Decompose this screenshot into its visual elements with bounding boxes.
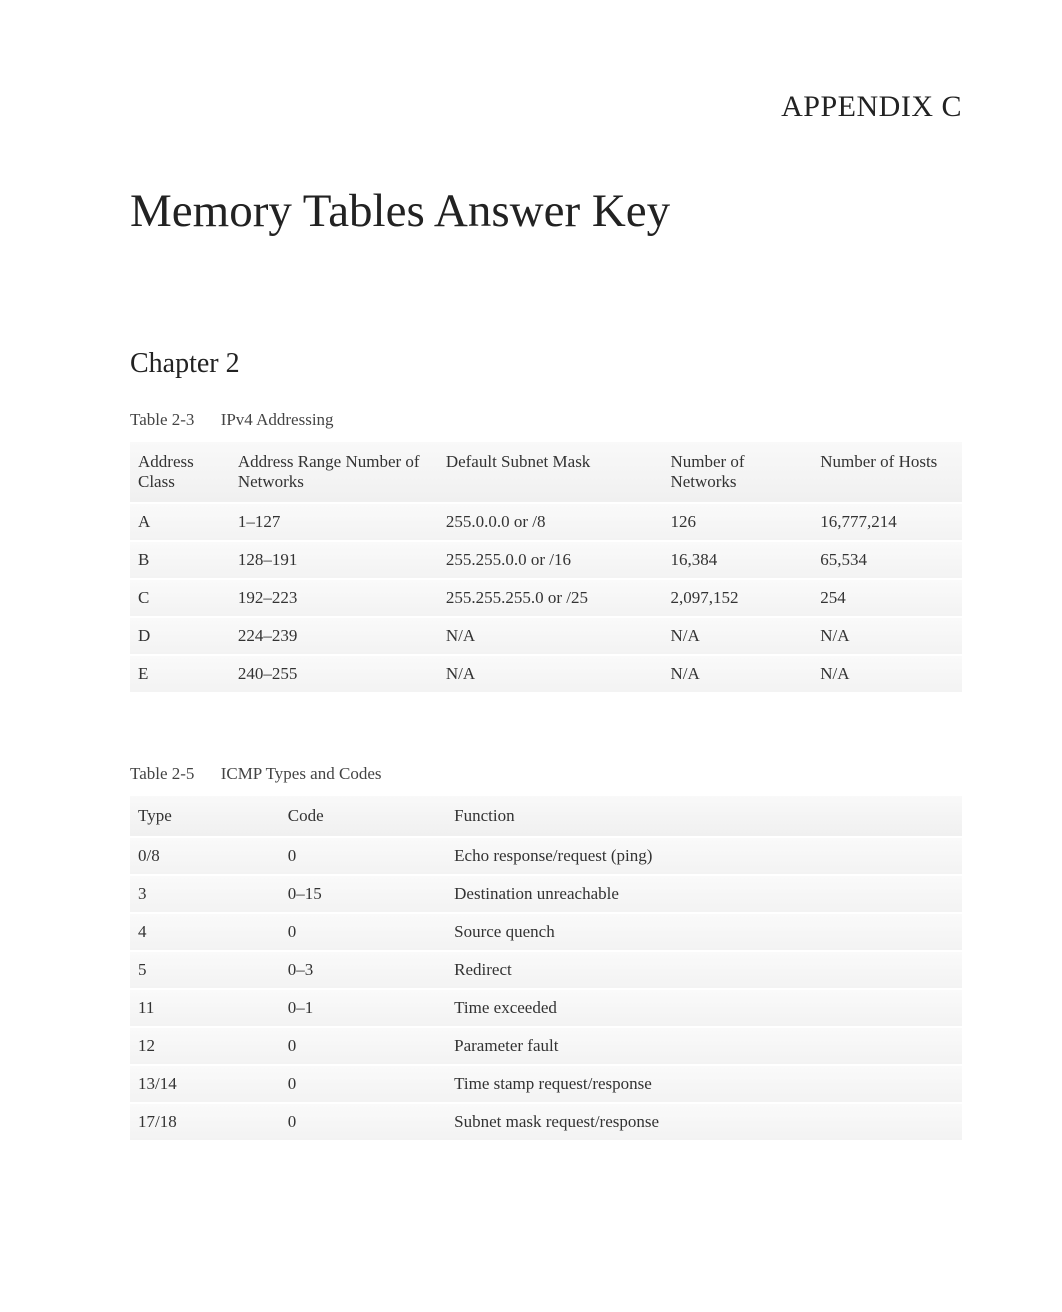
table-row: Address Class Address Range Number of Ne… <box>130 442 962 503</box>
table-cell: Redirect <box>446 951 962 989</box>
table-header: Number of Hosts <box>812 442 962 503</box>
table-cell: Time exceeded <box>446 989 962 1027</box>
table-cell: C <box>130 579 230 617</box>
table-cell: 3 <box>130 875 280 913</box>
table-row: 13/14 0 Time stamp request/response <box>130 1065 962 1103</box>
table-cell: 224–239 <box>230 617 438 655</box>
table-header: Code <box>280 796 446 837</box>
table-header: Function <box>446 796 962 837</box>
table-header: Address Range Number of Networks <box>230 442 438 503</box>
table-cell: 16,384 <box>662 541 812 579</box>
table-cell: N/A <box>812 655 962 693</box>
table-row: C 192–223 255.255.255.0 or /25 2,097,152… <box>130 579 962 617</box>
table-cell: 255.0.0.0 or /8 <box>438 503 663 541</box>
page: APPENDIX C Memory Tables Answer Key Chap… <box>0 0 1062 1272</box>
table-2-5-caption: Table 2-5 ICMP Types and Codes <box>130 764 962 784</box>
table-cell: N/A <box>812 617 962 655</box>
table-row: E 240–255 N/A N/A N/A <box>130 655 962 693</box>
table-cell: 0–3 <box>280 951 446 989</box>
table-row: 4 0 Source quench <box>130 913 962 951</box>
table-cell: Source quench <box>446 913 962 951</box>
table-2-5-title: ICMP Types and Codes <box>221 764 382 783</box>
table-cell: 16,777,214 <box>812 503 962 541</box>
table-cell: N/A <box>662 617 812 655</box>
table-cell: Time stamp request/response <box>446 1065 962 1103</box>
table-header: Address Class <box>130 442 230 503</box>
table-cell: 0 <box>280 1065 446 1103</box>
table-cell: 65,534 <box>812 541 962 579</box>
table-cell: 254 <box>812 579 962 617</box>
table-cell: 0 <box>280 837 446 875</box>
table-2-3-block: Table 2-3 IPv4 Addressing Address Class … <box>130 410 962 694</box>
table-2-5-number: Table 2-5 <box>130 764 194 784</box>
table-cell: 0 <box>280 913 446 951</box>
table-row: D 224–239 N/A N/A N/A <box>130 617 962 655</box>
chapter-title: Chapter 2 <box>130 348 962 380</box>
table-cell: Echo response/request (ping) <box>446 837 962 875</box>
table-cell: 5 <box>130 951 280 989</box>
table-cell: 12 <box>130 1027 280 1065</box>
table-row: 11 0–1 Time exceeded <box>130 989 962 1027</box>
table-row: 0/8 0 Echo response/request (ping) <box>130 837 962 875</box>
table-2-5-block: Table 2-5 ICMP Types and Codes Type Code… <box>130 764 962 1142</box>
table-cell: 17/18 <box>130 1103 280 1141</box>
table-cell: Subnet mask request/response <box>446 1103 962 1141</box>
table-cell: 192–223 <box>230 579 438 617</box>
table-cell: 0/8 <box>130 837 280 875</box>
table-row: 3 0–15 Destination unreachable <box>130 875 962 913</box>
table-header: Number of Networks <box>662 442 812 503</box>
table-cell: 1–127 <box>230 503 438 541</box>
table-cell: 0–1 <box>280 989 446 1027</box>
table-cell: N/A <box>662 655 812 693</box>
table-cell: A <box>130 503 230 541</box>
table-row: 5 0–3 Redirect <box>130 951 962 989</box>
table-2-3: Address Class Address Range Number of Ne… <box>130 442 962 694</box>
table-row: 17/18 0 Subnet mask request/response <box>130 1103 962 1141</box>
table-header: Type <box>130 796 280 837</box>
table-cell: 13/14 <box>130 1065 280 1103</box>
table-cell: 11 <box>130 989 280 1027</box>
table-row: A 1–127 255.0.0.0 or /8 126 16,777,214 <box>130 503 962 541</box>
table-cell: 128–191 <box>230 541 438 579</box>
table-cell: B <box>130 541 230 579</box>
main-title: Memory Tables Answer Key <box>130 184 962 238</box>
table-cell: D <box>130 617 230 655</box>
table-cell: N/A <box>438 617 663 655</box>
table-header: Default Subnet Mask <box>438 442 663 503</box>
table-row: Type Code Function <box>130 796 962 837</box>
table-2-3-title: IPv4 Addressing <box>221 410 334 429</box>
table-cell: 0–15 <box>280 875 446 913</box>
table-cell: N/A <box>438 655 663 693</box>
table-2-5: Type Code Function 0/8 0 Echo response/r… <box>130 796 962 1142</box>
table-cell: Destination unreachable <box>446 875 962 913</box>
table-2-3-caption: Table 2-3 IPv4 Addressing <box>130 410 962 430</box>
table-cell: 126 <box>662 503 812 541</box>
appendix-label: APPENDIX C <box>130 90 962 124</box>
table-cell: 240–255 <box>230 655 438 693</box>
table-2-3-number: Table 2-3 <box>130 410 194 430</box>
table-cell: 2,097,152 <box>662 579 812 617</box>
table-cell: Parameter fault <box>446 1027 962 1065</box>
table-cell: 255.255.0.0 or /16 <box>438 541 663 579</box>
table-row: 12 0 Parameter fault <box>130 1027 962 1065</box>
table-row: B 128–191 255.255.0.0 or /16 16,384 65,5… <box>130 541 962 579</box>
table-cell: 0 <box>280 1103 446 1141</box>
table-cell: E <box>130 655 230 693</box>
table-cell: 4 <box>130 913 280 951</box>
table-cell: 255.255.255.0 or /25 <box>438 579 663 617</box>
table-cell: 0 <box>280 1027 446 1065</box>
